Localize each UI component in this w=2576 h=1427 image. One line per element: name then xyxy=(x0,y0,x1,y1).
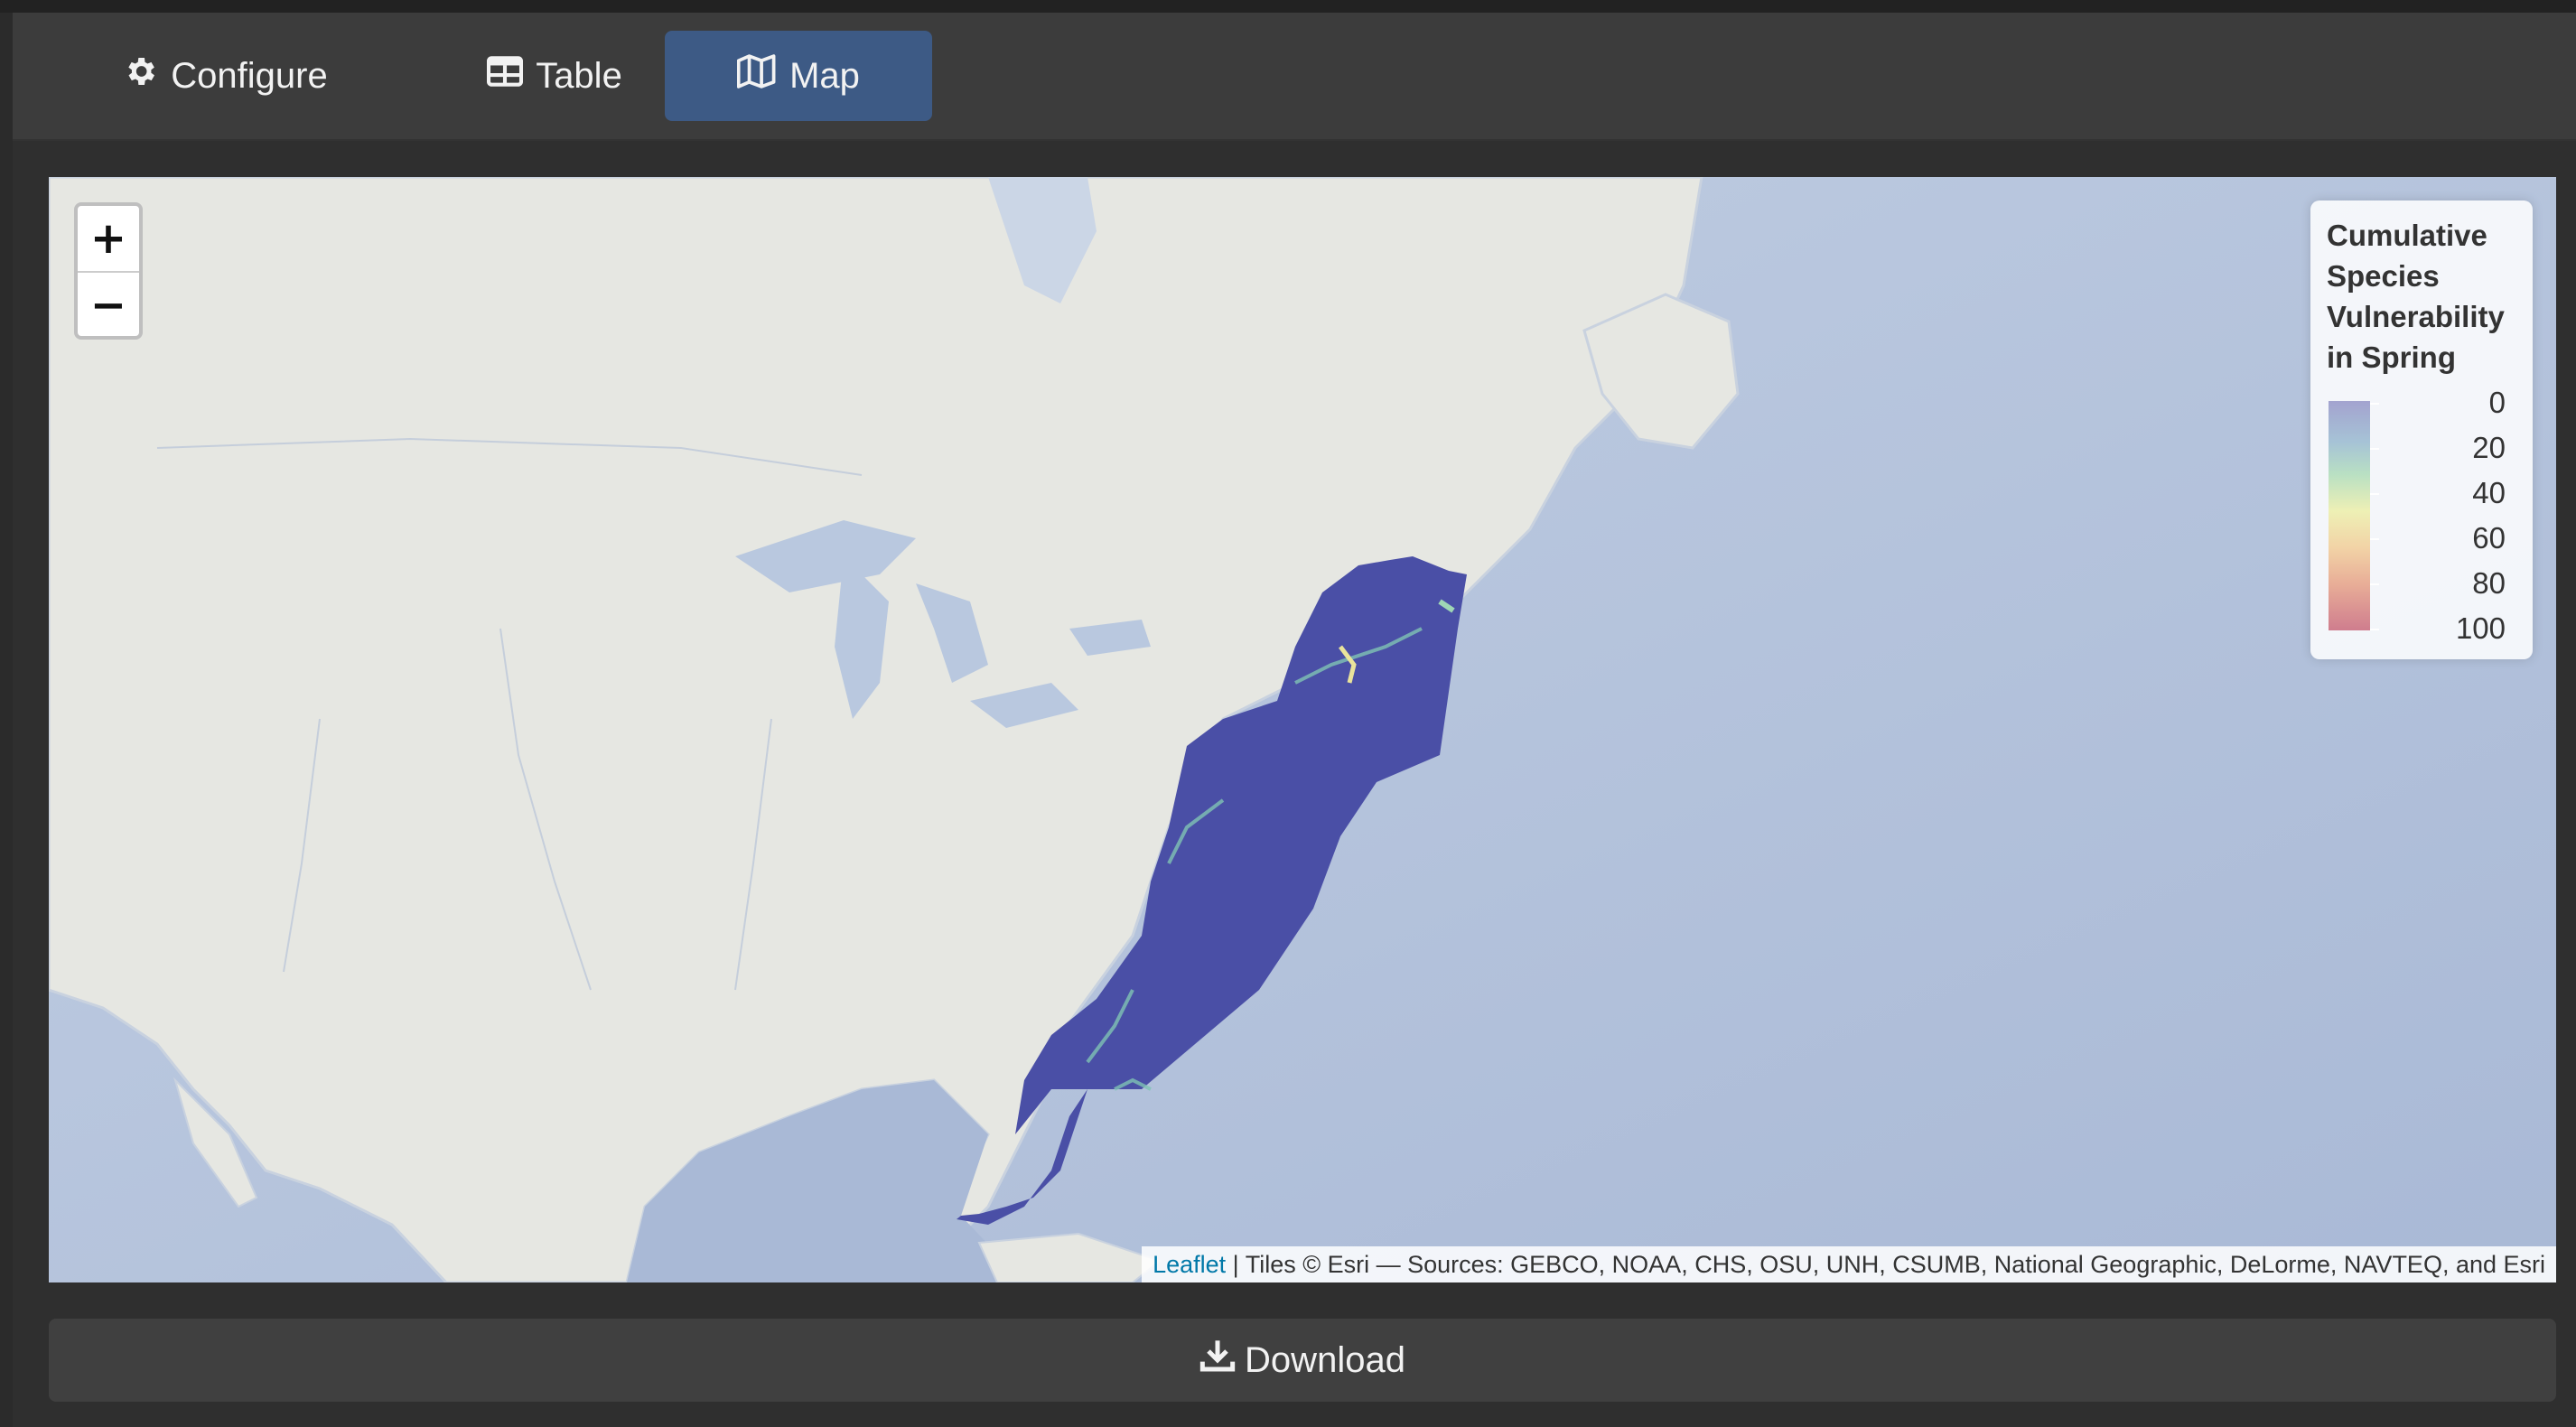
tab-configure-label: Configure xyxy=(171,55,328,96)
tab-table[interactable]: Table xyxy=(446,31,663,121)
legend-scale: 0 20 40 60 80 100 xyxy=(2329,387,2518,645)
legend-tick-label: 60 xyxy=(2472,521,2506,555)
table-icon xyxy=(487,55,536,97)
legend-tick xyxy=(2370,403,2379,405)
legend-title-line: Vulnerability xyxy=(2327,300,2505,333)
legend-title-line: in Spring xyxy=(2327,340,2456,374)
attribution-text: | Tiles © Esri — Sources: GEBCO, NOAA, C… xyxy=(1226,1251,2545,1278)
legend-tick xyxy=(2370,493,2379,495)
gear-icon xyxy=(122,53,171,98)
download-label: Download xyxy=(1245,1339,1405,1380)
map-icon xyxy=(736,54,789,98)
leaflet-link[interactable]: Leaflet xyxy=(1153,1251,1226,1278)
tab-map[interactable]: Map xyxy=(665,31,932,121)
tab-bar: Configure Table Map xyxy=(13,13,2576,141)
zoom-control: + − xyxy=(74,202,143,340)
tab-map-label: Map xyxy=(789,55,860,96)
legend-tick xyxy=(2370,448,2379,450)
map-view[interactable]: + − Cumulative Species Vulnerability in … xyxy=(49,177,2556,1282)
zoom-in-button[interactable]: + xyxy=(78,206,139,271)
legend-tick xyxy=(2370,629,2379,630)
legend-title: Cumulative Species Vulnerability in Spri… xyxy=(2327,215,2516,378)
tab-configure[interactable]: Configure xyxy=(94,31,356,121)
window-top-strip xyxy=(0,0,2576,13)
legend-tick-label: 40 xyxy=(2472,476,2506,509)
legend-color-bar xyxy=(2329,401,2370,630)
download-button[interactable]: Download xyxy=(49,1319,2556,1402)
legend-tick xyxy=(2370,538,2379,540)
zoom-out-button[interactable]: − xyxy=(78,271,139,336)
legend-tick-label: 100 xyxy=(2455,611,2506,645)
legend-title-line: Cumulative xyxy=(2327,219,2487,252)
legend-tick xyxy=(2370,583,2379,585)
legend-tick-label: 0 xyxy=(2488,386,2506,419)
legend: Cumulative Species Vulnerability in Spri… xyxy=(2310,201,2533,659)
tab-table-label: Table xyxy=(536,55,622,96)
legend-title-line: Species xyxy=(2327,259,2440,293)
download-icon xyxy=(1199,1338,1245,1383)
legend-tick-label: 20 xyxy=(2472,431,2506,464)
basemap xyxy=(49,177,2556,1282)
map-attribution: Leaflet | Tiles © Esri — Sources: GEBCO,… xyxy=(1142,1246,2556,1282)
legend-tick-label: 80 xyxy=(2472,566,2506,600)
